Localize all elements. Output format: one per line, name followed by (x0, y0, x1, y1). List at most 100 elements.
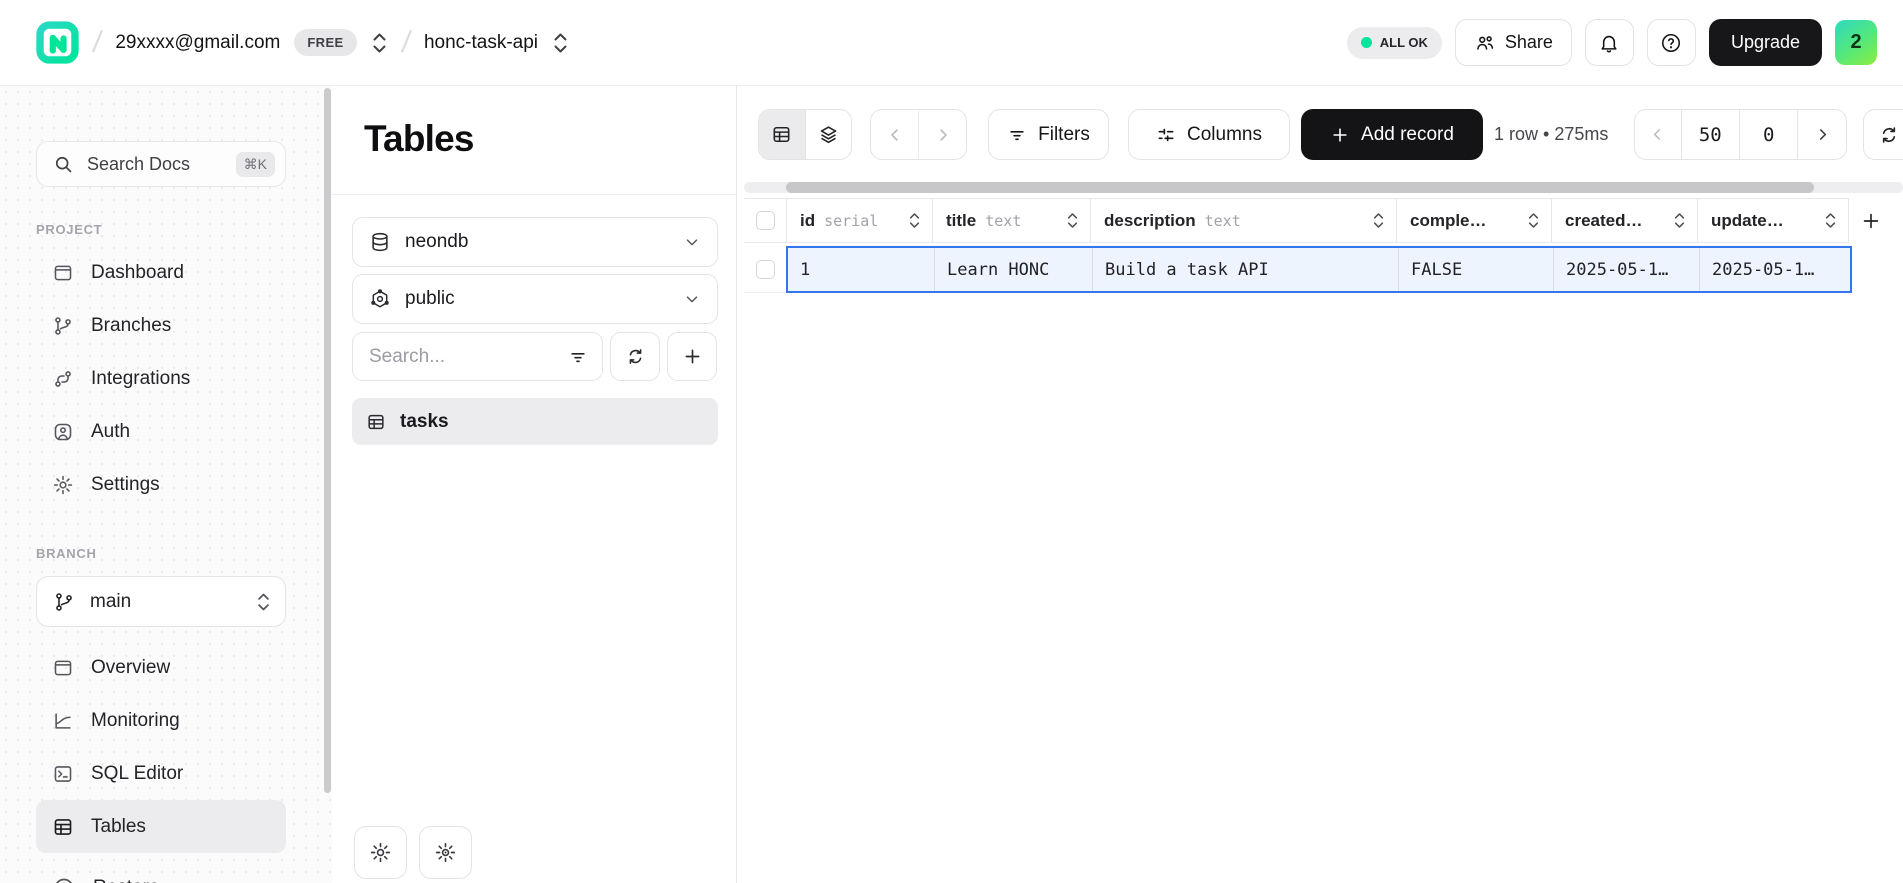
schema-icon (369, 288, 391, 310)
query-result-summary: 1 row • 275ms (1494, 109, 1608, 160)
cell-title[interactable]: Learn HONC (934, 248, 1092, 291)
schema-selector-value: public (405, 288, 669, 310)
sort-updown-icon[interactable] (1673, 210, 1686, 231)
schema-selector[interactable]: public (352, 274, 718, 324)
branch-selector[interactable]: main (36, 576, 286, 627)
sidebar-item-monitoring[interactable]: Monitoring (36, 694, 286, 747)
add-column-button[interactable] (1848, 198, 1893, 243)
gear-icon (369, 841, 392, 864)
sql-editor-terminal-icon (52, 763, 74, 785)
upgrade-button-label: Upgrade (1731, 32, 1800, 53)
account-breadcrumb[interactable]: 29xxxx@gmail.com (115, 32, 280, 54)
add-table-button[interactable] (667, 332, 717, 381)
row-select-cell (744, 246, 786, 293)
sidebar-scrollbar[interactable] (324, 88, 331, 793)
neon-logo-icon[interactable] (36, 21, 79, 64)
grid-view-toggle[interactable] (759, 110, 805, 159)
select-all-checkbox[interactable] (756, 211, 775, 230)
restore-clock-icon (52, 876, 76, 883)
sort-updown-icon[interactable] (1066, 210, 1079, 231)
sidebar-item-settings[interactable]: Settings (36, 458, 286, 511)
sidebar-item-label: Tables (91, 816, 146, 838)
horizontal-scrollbar-track[interactable] (744, 182, 1903, 193)
next-page-button[interactable] (1797, 110, 1846, 159)
status-badge[interactable]: ALL OK (1347, 27, 1442, 59)
column-header-updated-at[interactable]: update… (1697, 198, 1848, 243)
filters-button-label: Filters (1038, 124, 1090, 146)
column-header-completed[interactable]: comple… (1396, 198, 1551, 243)
sidebar-item-tables[interactable]: Tables (36, 800, 286, 853)
horizontal-scrollbar-thumb[interactable] (786, 182, 1814, 193)
cell-updated-at[interactable]: 2025-05-1… (1699, 248, 1848, 291)
table-list-item-tasks[interactable]: tasks (352, 398, 718, 445)
project-switcher-chevron-updown-icon[interactable] (552, 30, 569, 56)
notifications-button[interactable] (1585, 19, 1634, 66)
filter-lines-icon (568, 347, 588, 367)
cell-description[interactable]: Build a task API (1092, 248, 1398, 291)
sort-updown-icon[interactable] (908, 210, 921, 231)
sidebar: Search Docs ⌘K PROJECT Dashboard (0, 86, 332, 883)
sidebar-item-label: Auth (91, 421, 130, 443)
columns-button[interactable]: Columns (1128, 109, 1290, 160)
breadcrumb-divider: / (399, 26, 412, 60)
refresh-tables-button[interactable] (610, 332, 660, 381)
sort-updown-icon[interactable] (1824, 210, 1837, 231)
help-button[interactable] (1647, 19, 1696, 66)
selected-row[interactable]: 1 Learn HONC Build a task API FALSE 2025… (786, 246, 1852, 293)
bell-icon (1598, 32, 1620, 54)
filters-button[interactable]: Filters (988, 109, 1109, 160)
breadcrumb: / 29xxxx@gmail.com FREE / honc-task-api (36, 21, 569, 64)
sidebar-item-branches[interactable]: Branches (36, 299, 286, 352)
row-checkbox[interactable] (756, 260, 775, 279)
forward-button[interactable] (918, 110, 966, 159)
refresh-data-button[interactable] (1863, 109, 1903, 160)
cell-id[interactable]: 1 (788, 248, 934, 291)
table-search-input[interactable] (369, 346, 568, 368)
database-icon (369, 231, 391, 253)
status-ok-dot-icon (1361, 37, 1372, 48)
column-header-description[interactable]: description text (1090, 198, 1396, 243)
sidebar-item-dashboard[interactable]: Dashboard (36, 246, 286, 299)
column-header-title[interactable]: title text (932, 198, 1090, 243)
sidebar-item-integrations[interactable]: Integrations (36, 352, 286, 405)
layers-view-toggle[interactable] (805, 110, 851, 159)
column-header-id[interactable]: id serial (786, 198, 932, 243)
sidebar-item-auth[interactable]: Auth (36, 405, 286, 458)
sidebar-item-sql-editor[interactable]: SQL Editor (36, 747, 286, 800)
project-breadcrumb[interactable]: honc-task-api (424, 32, 538, 54)
history-nav-group (870, 109, 967, 160)
branches-icon (52, 315, 74, 337)
table-settings-button[interactable] (354, 826, 407, 879)
page-size-value[interactable]: 50 (1681, 110, 1739, 159)
question-mark-icon (1660, 32, 1682, 54)
account-switcher-chevron-updown-icon[interactable] (371, 30, 388, 56)
plan-badge: FREE (294, 29, 356, 56)
share-button[interactable]: Share (1455, 19, 1572, 66)
share-button-label: Share (1505, 32, 1553, 53)
upgrade-button[interactable]: Upgrade (1709, 19, 1822, 66)
chevron-right-icon (1814, 126, 1831, 143)
database-selector[interactable]: neondb (352, 217, 718, 267)
column-header-created-at[interactable]: created… (1551, 198, 1697, 243)
sidebar-item-label: Integrations (91, 368, 190, 390)
schema-settings-button[interactable] (419, 826, 472, 879)
sort-updown-icon[interactable] (1527, 210, 1540, 231)
sidebar-item-overview[interactable]: Overview (36, 641, 286, 694)
sort-updown-icon[interactable] (1372, 210, 1385, 231)
tables-panel: Tables neondb (332, 86, 737, 883)
page-offset-value[interactable]: 0 (1739, 110, 1797, 159)
cell-completed[interactable]: FALSE (1398, 248, 1553, 291)
add-record-button[interactable]: Add record (1301, 109, 1483, 160)
search-docs-button[interactable]: Search Docs ⌘K (36, 141, 286, 187)
breadcrumb-divider: / (91, 26, 104, 60)
back-button[interactable] (871, 110, 918, 159)
table-search-field[interactable] (352, 332, 603, 381)
extension-count-badge[interactable]: 2 (1835, 20, 1877, 65)
status-badge-label: ALL OK (1380, 35, 1428, 50)
branch-section-label: BRANCH (36, 546, 294, 561)
cell-created-at[interactable]: 2025-05-1… (1553, 248, 1699, 291)
previous-page-button[interactable] (1635, 110, 1681, 159)
filter-lines-icon (1007, 125, 1027, 145)
page-title: Tables (364, 116, 736, 162)
sidebar-item-restore[interactable]: Restore (36, 861, 286, 883)
